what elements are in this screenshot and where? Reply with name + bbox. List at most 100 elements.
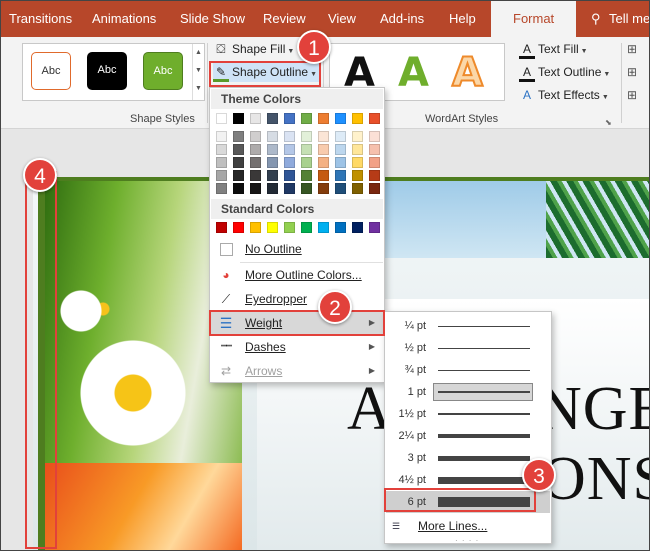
theme-shade-swatch[interactable] [284,157,295,168]
theme-shade-swatch[interactable] [369,131,380,142]
theme-shade-swatch[interactable] [216,170,227,181]
tab-review[interactable]: Review [263,1,306,37]
theme-shade-swatch[interactable] [267,183,278,194]
eyedropper-item[interactable]: ⟋ Eyedropper [211,287,383,311]
chevron-up-icon[interactable]: ▲ [193,44,204,62]
theme-shade-swatch[interactable] [250,144,261,155]
shape-style-preset-green[interactable]: Abc [143,52,183,90]
theme-color-swatch[interactable] [352,113,363,124]
leaf-photo[interactable] [45,463,242,550]
theme-shade-swatch[interactable] [335,131,346,142]
gallery-scroll[interactable]: ▲ ▼ ▼ [192,44,204,100]
theme-shade-swatch[interactable] [267,157,278,168]
wordart-preset-green[interactable]: A [398,46,429,100]
theme-shade-swatch[interactable] [250,183,261,194]
theme-color-swatch[interactable] [369,113,380,124]
tab-transitions[interactable]: Transitions [9,1,72,37]
theme-shade-swatch[interactable] [284,183,295,194]
text-fill-button[interactable]: A Text Fill ▼ [519,39,588,59]
tab-help[interactable]: Help [449,1,476,37]
text-outline-button[interactable]: A Text Outline ▼ [519,62,610,82]
standard-color-swatch[interactable] [216,222,227,233]
theme-shade-swatch[interactable] [301,170,312,181]
standard-color-swatch[interactable] [250,222,261,233]
dashes-item[interactable]: ┅┅ Dashes ▶ [211,335,383,359]
standard-color-swatch[interactable] [267,222,278,233]
arrange-icon[interactable]: ⊞ [627,85,637,105]
theme-color-swatch[interactable] [284,113,295,124]
theme-shade-swatch[interactable] [250,157,261,168]
theme-shade-swatch[interactable] [318,157,329,168]
theme-shade-swatch[interactable] [335,157,346,168]
theme-shade-swatch[interactable] [216,157,227,168]
theme-color-swatch[interactable] [318,113,329,124]
weight-option[interactable]: ½ pt [386,337,550,359]
theme-shade-swatch[interactable] [250,131,261,142]
standard-color-swatch[interactable] [301,222,312,233]
theme-shade-swatch[interactable] [301,157,312,168]
theme-shade-swatch[interactable] [233,131,244,142]
more-outline-colors-item[interactable]: ◕ More Outline Colors... [211,263,383,287]
theme-shade-swatch[interactable] [335,183,346,194]
standard-color-swatch[interactable] [335,222,346,233]
theme-shade-swatch[interactable] [335,170,346,181]
tab-animations[interactable]: Animations [92,1,156,37]
theme-shade-swatch[interactable] [318,144,329,155]
standard-color-swatch[interactable] [318,222,329,233]
theme-shade-swatch[interactable] [233,157,244,168]
theme-shade-swatch[interactable] [216,144,227,155]
gallery-more-icon[interactable]: ▼ [193,80,204,98]
theme-shade-swatch[interactable] [267,131,278,142]
wordart-preset-orange[interactable]: A [451,46,484,100]
arrange-icon[interactable]: ⊞ [627,62,637,82]
theme-shade-swatch[interactable] [335,144,346,155]
text-effects-button[interactable]: A Text Effects ▼ [519,85,609,105]
theme-shade-swatch[interactable] [284,144,295,155]
theme-shade-swatch[interactable] [284,131,295,142]
theme-shade-swatch[interactable] [369,183,380,194]
theme-color-swatch[interactable] [267,113,278,124]
theme-shade-swatch[interactable] [233,170,244,181]
theme-color-swatch[interactable] [233,113,244,124]
shape-style-preset-black[interactable]: Abc [87,52,127,90]
weight-option[interactable]: 2¼ pt [386,425,550,447]
weight-option[interactable]: ¼ pt [386,315,550,337]
theme-shade-swatch[interactable] [284,170,295,181]
palm-photo[interactable] [546,181,649,258]
theme-shade-swatch[interactable] [301,131,312,142]
standard-color-swatch[interactable] [233,222,244,233]
theme-shade-swatch[interactable] [352,131,363,142]
theme-shade-swatch[interactable] [267,170,278,181]
theme-shade-swatch[interactable] [352,170,363,181]
chevron-down-icon[interactable]: ▼ [193,62,204,80]
theme-shade-swatch[interactable] [369,144,380,155]
theme-shade-swatch[interactable] [250,170,261,181]
shape-fill-button[interactable]: ⛋ Shape Fill ▼ [213,39,294,59]
theme-shade-swatch[interactable] [216,131,227,142]
tab-add-ins[interactable]: Add-ins [380,1,424,37]
standard-color-swatch[interactable] [352,222,363,233]
weight-option[interactable]: ¾ pt [386,359,550,381]
theme-shade-swatch[interactable] [233,144,244,155]
theme-shade-swatch[interactable] [352,157,363,168]
weight-option[interactable]: 1½ pt [386,403,550,425]
arrange-icon[interactable]: ⊞ [627,39,637,59]
theme-shade-swatch[interactable] [301,183,312,194]
theme-color-swatch[interactable] [335,113,346,124]
tab-view[interactable]: View [328,1,356,37]
standard-color-swatch[interactable] [284,222,295,233]
theme-shade-swatch[interactable] [369,170,380,181]
theme-shade-swatch[interactable] [216,183,227,194]
tab-slide-show[interactable]: Slide Show [180,1,245,37]
theme-shade-swatch[interactable] [233,183,244,194]
theme-shade-swatch[interactable] [352,183,363,194]
theme-shade-swatch[interactable] [318,183,329,194]
theme-shade-swatch[interactable] [267,144,278,155]
theme-color-swatch[interactable] [301,113,312,124]
more-lines-item[interactable]: ☰ More Lines... [386,516,550,536]
tell-me-search[interactable]: ⚲ Tell me [591,1,649,37]
theme-color-swatch[interactable] [216,113,227,124]
weight-option[interactable]: 1 pt [386,381,550,403]
standard-color-swatch[interactable] [369,222,380,233]
theme-shade-swatch[interactable] [352,144,363,155]
